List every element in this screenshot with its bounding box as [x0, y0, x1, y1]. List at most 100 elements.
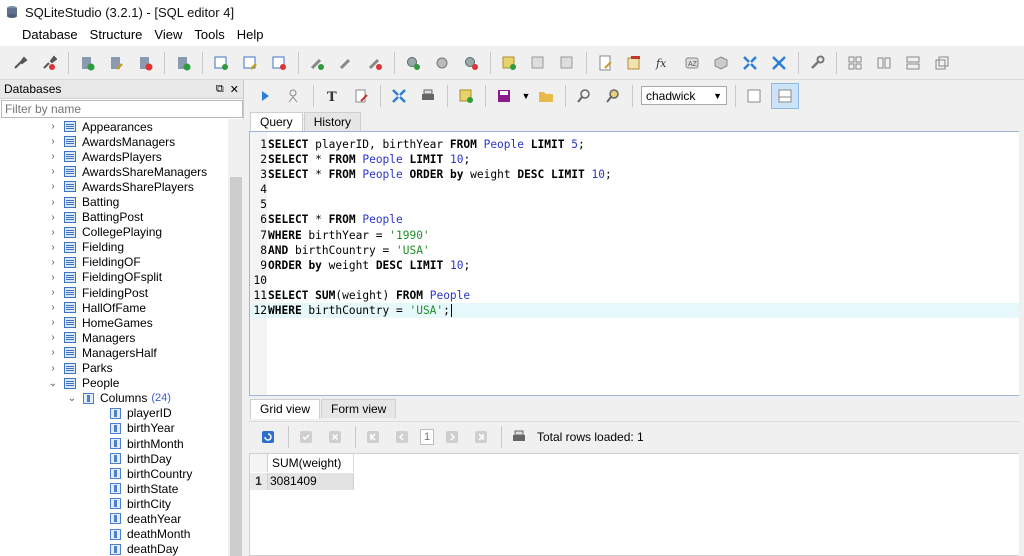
column-header[interactable]: SUM(weight)	[268, 454, 354, 472]
tree-item-table[interactable]: › ManagersHalf	[0, 345, 244, 360]
tree-item-table[interactable]: › FieldingOF	[0, 255, 244, 270]
results-below-button[interactable]	[771, 82, 799, 109]
tab-grid-view[interactable]: Grid view	[250, 399, 321, 419]
row-number[interactable]: 1	[250, 473, 268, 490]
tree-item-table[interactable]: › AwardsSharePlayers	[0, 179, 244, 194]
chevron-right-icon[interactable]: ›	[48, 136, 58, 147]
save-dropdown-button[interactable]: ▼	[521, 84, 531, 108]
close-panel-icon[interactable]: ✕	[230, 83, 239, 96]
menu-view[interactable]: View	[148, 24, 188, 46]
tree-item-column[interactable]: birthDay	[0, 451, 244, 466]
chevron-right-icon[interactable]: ›	[48, 121, 58, 132]
chevron-right-icon[interactable]: ›	[48, 287, 58, 298]
edit-index-button[interactable]	[334, 51, 358, 75]
tree-item-table-people[interactable]: ⌄ People	[0, 376, 244, 391]
code-text[interactable]	[267, 197, 268, 212]
menu-tools[interactable]: Tools	[188, 24, 230, 46]
delete-index-button[interactable]	[363, 51, 387, 75]
chevron-right-icon[interactable]: ›	[48, 272, 58, 283]
sql-code[interactable]: 1 SELECT playerID, birthYear FROM People …	[250, 137, 1023, 319]
tree-item-table[interactable]: › Fielding	[0, 240, 244, 255]
tree-item-table[interactable]: › Parks	[0, 361, 244, 376]
function-button[interactable]: fx	[651, 51, 675, 75]
code-text[interactable]: ORDER by weight DESC LIMIT 10;	[267, 258, 470, 273]
code-text[interactable]: SELECT * FROM People ORDER by weight DES…	[267, 167, 612, 182]
code-line[interactable]: 4	[250, 182, 1023, 197]
new-trigger-button[interactable]	[401, 51, 425, 75]
edit-view-button[interactable]	[526, 51, 550, 75]
sql-code-editor[interactable]: 1 SELECT playerID, birthYear FROM People …	[249, 131, 1024, 396]
code-line[interactable]: 6 SELECT * FROM People	[250, 212, 1023, 227]
next-page-button[interactable]	[441, 426, 463, 448]
print-results-button[interactable]	[508, 426, 530, 448]
chevron-right-icon[interactable]: ›	[48, 317, 58, 328]
import-editor-button[interactable]	[387, 84, 411, 108]
create-view-button[interactable]	[454, 84, 478, 108]
export-button[interactable]	[767, 51, 791, 75]
code-line[interactable]: 12 WHERE birthCountry = 'USA';	[250, 303, 1023, 319]
code-line[interactable]: 7 WHERE birthYear = '1990'	[250, 228, 1023, 243]
code-text[interactable]: SELECT SUM(weight) FROM People	[267, 288, 470, 303]
code-line[interactable]: 11 SELECT SUM(weight) FROM People	[250, 288, 1023, 303]
prev-page-button[interactable]	[391, 426, 413, 448]
database-select[interactable]: chadwick ▼	[641, 86, 727, 105]
tree-item-table[interactable]: › AwardsShareManagers	[0, 164, 244, 179]
tree-scrollbar[interactable]	[228, 119, 244, 556]
tree-item-column[interactable]: birthYear	[0, 421, 244, 436]
code-text[interactable]: SELECT * FROM People	[267, 212, 403, 227]
collation-button[interactable]: AZ	[680, 51, 704, 75]
tree-item-columns[interactable]: ⌄ Columns (24)	[0, 391, 244, 406]
chevron-right-icon[interactable]: ›	[48, 212, 58, 223]
table-cell[interactable]: 3081409	[268, 473, 354, 490]
add-db-button[interactable]	[75, 51, 99, 75]
save-sql-button[interactable]	[492, 84, 516, 108]
results-in-tab-button[interactable]	[742, 84, 766, 108]
sql-editor-button[interactable]	[593, 51, 617, 75]
code-text[interactable]: WHERE birthCountry = 'USA';	[267, 303, 452, 318]
explain-query-button[interactable]	[282, 84, 306, 108]
code-text[interactable]: AND birthCountry = 'USA'	[267, 243, 430, 258]
chevron-down-icon[interactable]: ⌄	[48, 378, 58, 389]
tile-vertical-button[interactable]	[872, 51, 896, 75]
find-replace-button[interactable]	[601, 84, 625, 108]
chevron-down-icon[interactable]: ⌄	[67, 393, 77, 404]
ddl-history-button[interactable]	[622, 51, 646, 75]
chevron-right-icon[interactable]: ›	[48, 197, 58, 208]
tree-item-table[interactable]: › CollegePlaying	[0, 225, 244, 240]
tree-item-column[interactable]: playerID	[0, 406, 244, 421]
tree-scrollbar-thumb[interactable]	[230, 177, 242, 556]
tree-item-column[interactable]: birthState	[0, 481, 244, 496]
tree-item-column[interactable]: birthCity	[0, 496, 244, 511]
grid-corner[interactable]	[250, 454, 268, 472]
rollback-button[interactable]	[324, 426, 346, 448]
clear-editor-button[interactable]	[349, 84, 373, 108]
tree-item-table[interactable]: › AwardsManagers	[0, 134, 244, 149]
menu-help[interactable]: Help	[231, 24, 270, 46]
code-line[interactable]: 1 SELECT playerID, birthYear FROM People …	[250, 137, 1023, 152]
tree-item-table[interactable]: › HallOfFame	[0, 300, 244, 315]
chevron-right-icon[interactable]: ›	[48, 227, 58, 238]
new-view-button[interactable]	[497, 51, 521, 75]
first-page-button[interactable]	[362, 426, 384, 448]
tree-item-column[interactable]: deathDay	[0, 542, 244, 556]
chevron-right-icon[interactable]: ›	[48, 347, 58, 358]
tab-query[interactable]: Query	[250, 112, 303, 132]
tab-history[interactable]: History	[303, 112, 362, 131]
new-table-button[interactable]	[209, 51, 233, 75]
code-line[interactable]: 8 AND birthCountry = 'USA'	[250, 243, 1023, 258]
find-button[interactable]	[572, 84, 596, 108]
tile-horizontal-button[interactable]	[901, 51, 925, 75]
import-button[interactable]	[738, 51, 762, 75]
tile-button[interactable]	[843, 51, 867, 75]
edit-db-button[interactable]	[104, 51, 128, 75]
results-grid[interactable]: SUM(weight) 1 3081409	[249, 453, 1024, 556]
table-row[interactable]: 1 3081409	[250, 473, 354, 490]
tree-item-column[interactable]: birthCountry	[0, 466, 244, 481]
settings-button[interactable]	[805, 51, 829, 75]
tree-item-column[interactable]: birthMonth	[0, 436, 244, 451]
delete-view-button[interactable]	[555, 51, 579, 75]
code-line[interactable]: 5	[250, 197, 1023, 212]
refresh-button[interactable]	[171, 51, 195, 75]
tree-item-column[interactable]: deathYear	[0, 511, 244, 526]
chevron-right-icon[interactable]: ›	[48, 332, 58, 343]
